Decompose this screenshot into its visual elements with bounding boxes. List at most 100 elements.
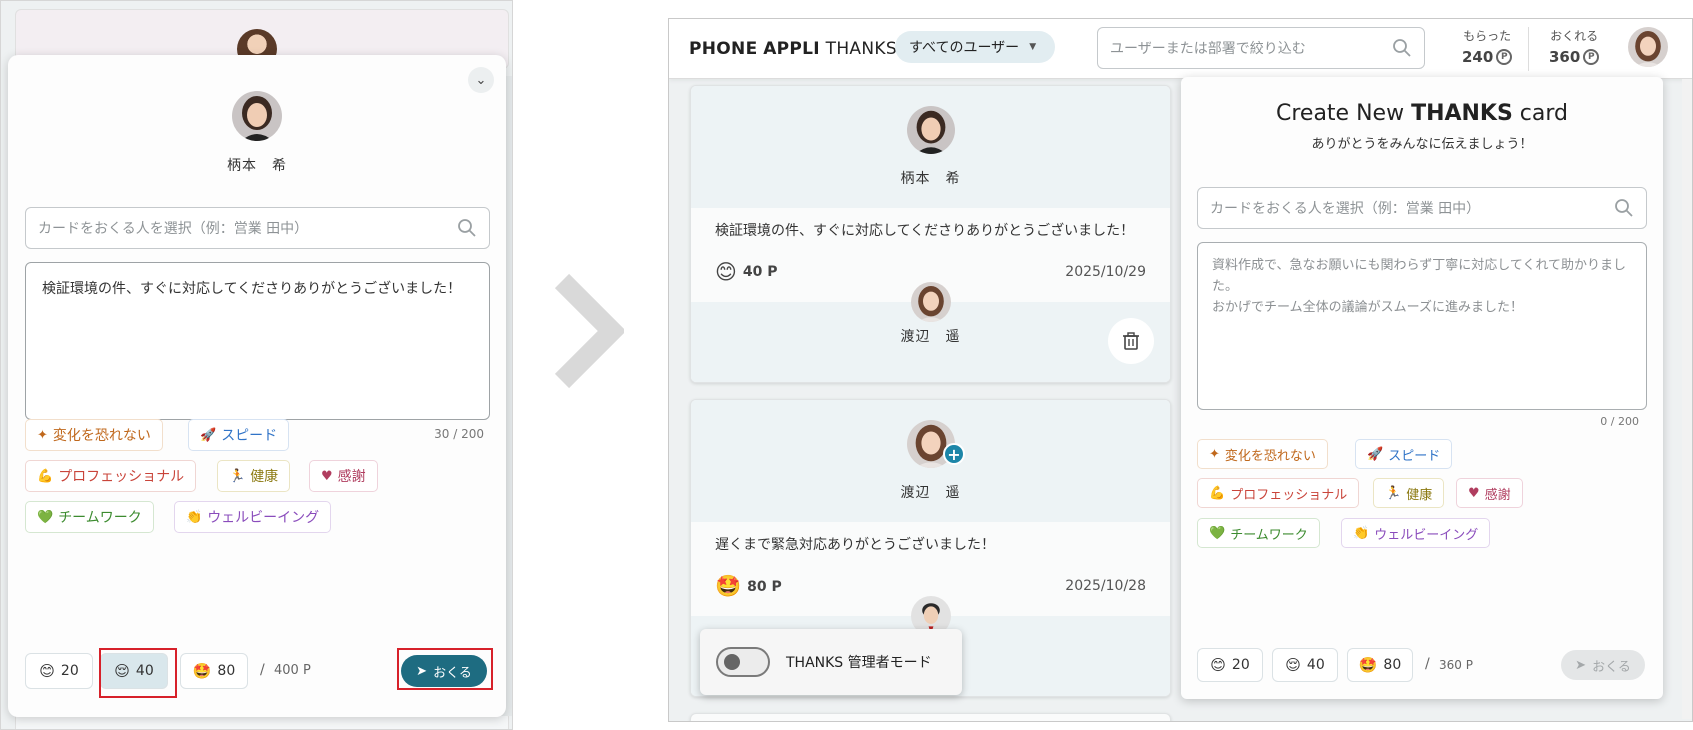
- smile-icon: 😊: [715, 260, 737, 284]
- thanks-card[interactable]: [690, 713, 1171, 721]
- received-label: もらった: [1463, 29, 1512, 43]
- tag-wellbeing[interactable]: 👏 ウェルビーイング: [1341, 518, 1491, 548]
- points-80-button[interactable]: 🤩 80: [1347, 648, 1413, 682]
- tag-change[interactable]: ✦ 変化を恐れない: [1197, 439, 1328, 469]
- tag-label: スピード: [1388, 448, 1441, 464]
- plus-icon[interactable]: +: [943, 443, 965, 465]
- star-struck-icon: 🤩: [1358, 656, 1378, 674]
- smile-icon: 😊: [1210, 656, 1226, 674]
- tag-thanks[interactable]: ♥ 感謝: [309, 460, 378, 492]
- tag-teamwork[interactable]: 💚 チームワーク: [25, 501, 154, 533]
- heart-icon: ♥: [321, 468, 333, 484]
- heart-icon: ♥: [1468, 485, 1480, 501]
- sendable-points: おくれる 360 P: [1549, 27, 1600, 66]
- runner-icon: 🏃: [1385, 485, 1402, 501]
- point-coin-icon: P: [1583, 49, 1600, 65]
- tag-health[interactable]: 🏃 健康: [1373, 478, 1445, 508]
- brand-word: THANKS: [825, 39, 897, 59]
- left-screenshot-panel: ⌄ 柄本 希 カードをおくる人を選択（例：営業 田中） 検証環境の件、すぐに対応…: [0, 0, 513, 730]
- sender-name: 柄本 希: [227, 158, 287, 174]
- points-20-button[interactable]: 😊 20: [1197, 648, 1263, 682]
- chevron-right-icon: [554, 273, 624, 389]
- received-value: 240: [1462, 48, 1494, 66]
- muscle-icon: 💪: [1209, 485, 1226, 501]
- create-subtitle: ありがとうをみんなに伝えましょう！: [1311, 137, 1533, 152]
- brand-logo[interactable]: PHONE APPLI THANKS: [689, 39, 897, 59]
- char-count: 0 / 200: [1600, 415, 1639, 428]
- tag-health[interactable]: 🏃 健康: [217, 460, 291, 492]
- recipient-search-input[interactable]: カードをおくる人を選択（例：営業 田中）: [1197, 187, 1647, 229]
- collapse-button[interactable]: ⌄: [468, 67, 494, 93]
- user-avatar[interactable]: [1628, 27, 1668, 67]
- highlight-send-button: [397, 648, 493, 690]
- tag-label: チームワーク: [58, 510, 142, 526]
- runner-icon: 🏃: [229, 468, 246, 484]
- tag-speed[interactable]: 🚀 スピード: [188, 419, 290, 451]
- points-value: 40 P: [742, 264, 778, 280]
- star-struck-icon: 🤩: [192, 662, 212, 680]
- thanks-card[interactable]: 柄本 希 検証環境の件、すぐに対応してくださりありがとうございました！ 😊 40…: [690, 85, 1171, 383]
- card-date: 2025/10/29: [1065, 264, 1146, 280]
- receiver-name: 渡辺 遥: [900, 329, 961, 345]
- title-part: Create New: [1275, 101, 1412, 126]
- point-coin-icon: P: [1496, 49, 1513, 65]
- sparkle-icon: ✦: [1209, 446, 1220, 462]
- divider: [1528, 27, 1529, 71]
- tag-professional[interactable]: 💪 プロフェッショナル: [1197, 478, 1360, 508]
- tag-professional[interactable]: 💪 プロフェッショナル: [25, 460, 197, 492]
- recipient-placeholder: カードをおくる人を選択（例：営業 田中）: [38, 221, 309, 237]
- sparkle-icon: ✦: [37, 427, 48, 443]
- delete-button[interactable]: [1108, 318, 1154, 364]
- card-points: 😊 40 P: [715, 260, 778, 284]
- user-filter-dropdown[interactable]: すべてのユーザー ▼: [895, 31, 1055, 63]
- char-count: 30 / 200: [434, 427, 484, 441]
- search-placeholder: ユーザーまたは部署で絞り込む: [1110, 41, 1306, 57]
- tag-label: 感謝: [1484, 487, 1511, 503]
- points-40-button[interactable]: 😌 40: [1272, 648, 1338, 682]
- tag-label: 変化を恐れない: [1224, 448, 1316, 464]
- trash-icon: [1123, 332, 1139, 350]
- sender-avatar: [232, 91, 282, 141]
- scrollbar[interactable]: [1682, 79, 1692, 719]
- header-bar: PHONE APPLI THANKS すべてのユーザー ▼ ユーザーまたは部署で…: [669, 19, 1692, 79]
- send-icon: ➤: [1575, 657, 1587, 673]
- tag-label: ウェルビーイング: [1374, 527, 1479, 543]
- message-textarea[interactable]: 検証環境の件、すぐに対応してくださりありがとうございました！: [25, 262, 490, 420]
- send-button[interactable]: ➤ おくる: [1561, 650, 1645, 680]
- hand-icon: 👏: [1353, 525, 1370, 541]
- title-part: card: [1512, 101, 1569, 126]
- points-value: 20: [1231, 657, 1250, 673]
- points-value: 80: [217, 663, 236, 679]
- tag-thanks[interactable]: ♥ 感謝: [1456, 478, 1523, 508]
- tag-label: 変化を恐れない: [52, 428, 151, 444]
- admin-mode-label: THANKS 管理者モード: [786, 655, 932, 671]
- tag-speed[interactable]: 🚀 スピード: [1355, 439, 1453, 469]
- tag-change[interactable]: ✦ 変化を恐れない: [25, 419, 163, 451]
- points-80-button[interactable]: 🤩 80: [180, 653, 248, 689]
- heart-icon: 💚: [37, 509, 54, 525]
- rocket-icon: 🚀: [1367, 446, 1384, 462]
- card-date: 2025/10/28: [1065, 578, 1146, 594]
- tag-label: チームワーク: [1230, 527, 1308, 543]
- tag-wellbeing[interactable]: 👏 ウェルビーイング: [174, 501, 332, 533]
- tag-teamwork[interactable]: 💚 チームワーク: [1197, 518, 1320, 548]
- recipient-search-input[interactable]: カードをおくる人を選択（例：営業 田中）: [25, 207, 490, 249]
- admin-mode-toggle[interactable]: THANKS 管理者モード: [700, 629, 962, 695]
- points-20-button[interactable]: 😊 20: [25, 653, 93, 689]
- brand-word: PHONE: [689, 39, 758, 59]
- recipient-placeholder: カードをおくる人を選択（例：営業 田中）: [1210, 201, 1481, 217]
- user-search-input[interactable]: ユーザーまたは部署で絞り込む: [1097, 27, 1425, 69]
- search-icon: [1614, 198, 1634, 218]
- hand-icon: 👏: [186, 509, 203, 525]
- chevron-down-icon: ⌄: [475, 72, 487, 88]
- caret-down-icon: ▼: [1029, 42, 1037, 52]
- message-textarea[interactable]: 資料作成で、急なお願いにも関わらず丁寧に対応してくれて助かりました。 おかげでチ…: [1197, 242, 1647, 410]
- muscle-icon: 💪: [37, 468, 54, 484]
- right-screenshot-panel: PHONE APPLI THANKS すべてのユーザー ▼ ユーザーまたは部署で…: [668, 18, 1693, 722]
- tag-label: 健康: [250, 469, 279, 485]
- toggle-switch[interactable]: [716, 647, 770, 677]
- sender-name: 渡辺 遥: [900, 485, 961, 501]
- create-title: Create New THANKS card: [1181, 101, 1663, 126]
- sendable-value: 360: [1549, 48, 1581, 66]
- highlight-points-40: [99, 648, 177, 698]
